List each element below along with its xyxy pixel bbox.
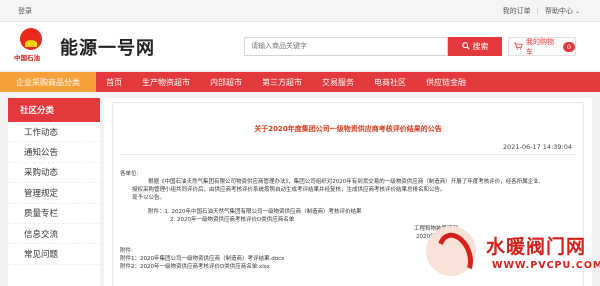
cart-button[interactable]: 我的购物车 0 [508, 37, 576, 56]
nav-item-third-party-supermarket[interactable]: 第三方超市 [252, 72, 312, 92]
nav-item-trading-services[interactable]: 交易服务 [312, 72, 364, 92]
logo-text: 中国石油 [14, 54, 40, 62]
cart-icon [514, 42, 523, 52]
attachment-line: 2. 2020年一级物资供应商考核评价D类供应商名单 [170, 217, 295, 223]
divider [120, 154, 576, 155]
main-nav: 企业采购商品分类 首页 生产物资超市 内部超市 第三方超市 交易服务 电商社区 … [0, 72, 600, 92]
login-link[interactable]: 登录 [18, 6, 32, 16]
nav-item-home[interactable]: 首页 [96, 72, 132, 92]
site-title: 能源一号网 [60, 38, 155, 59]
paragraph-line: 现予以公告。 [132, 195, 166, 201]
sidebar-item-procurement-updates[interactable]: 采购动态 [8, 163, 100, 184]
nav-item-internal-supermarket[interactable]: 内部超市 [200, 72, 252, 92]
search-icon [461, 41, 470, 52]
my-orders-link[interactable]: 我的订单 [503, 6, 531, 16]
paragraph-line: 根据《中国石油天然气集团有限公司物资供应商管理办法》，集团公司组织对2020年有… [148, 179, 541, 185]
sidebar-item-quality[interactable]: 质量专栏 [8, 204, 100, 224]
article-title: 关于2020年度集团公司一级物资供应商考核评价结果的公告 [254, 125, 442, 133]
top-links: 我的订单 | 帮助中心 ⌄ [503, 6, 580, 16]
paragraph-line: 授权采购管理小组共同评价后，由供应商考核评价系统按照自动生成考评结果并经复核，生… [132, 187, 446, 193]
attachment-file-link[interactable]: 附件1：2020年集团公司一级物资供应商（制造商）考评结果.docx [120, 256, 284, 263]
search-button-label: 搜索 [472, 42, 489, 51]
search-button[interactable]: 搜索 [448, 37, 502, 56]
nav-item-ecommerce-community[interactable]: 电商社区 [364, 72, 416, 92]
sidebar-item-notices[interactable]: 通知公告 [8, 142, 100, 163]
chevron-down-icon[interactable]: ⌄ [575, 8, 580, 15]
petrochina-logo-icon [20, 28, 42, 50]
header: 中国石油 能源一号网 搜索 我的购物车 0 [0, 22, 600, 70]
attachment-line: 附件：1. 2020年中国石油天然气集团有限公司一级物资供应商（制造商）考核评价… [148, 209, 362, 215]
category-menu[interactable]: 企业采购商品分类 [0, 72, 96, 92]
watermark-brand: 水暖阀门网 [486, 236, 587, 258]
sidebar-item-work-updates[interactable]: 工作动态 [8, 122, 100, 143]
sidebar-item-regulations[interactable]: 管理规定 [8, 183, 100, 204]
petrochina-logo[interactable]: 中国石油 [14, 28, 48, 64]
nav-item-supply-chain-finance[interactable]: 供应链金融 [416, 72, 476, 92]
cart-label: 我的购物车 [526, 37, 554, 56]
sidebar-item-info-exchange[interactable]: 信息交流 [8, 224, 100, 245]
cart-count-badge: 0 [562, 41, 575, 52]
attachment-file-link[interactable]: 附件2：2020年一级物资供应商考核评价D类供应商名单.xlsx [120, 264, 270, 271]
search-input[interactable] [244, 37, 448, 56]
sidebar: 社区分类 工作动态 通知公告 采购动态 管理规定 质量专栏 信息交流 常见问题 [8, 98, 100, 286]
sidebar-title: 社区分类 [8, 98, 100, 122]
help-center-link[interactable]: 帮助中心 [545, 6, 573, 16]
watermark: 水暖阀门网 WWW.PVCPU.COM [426, 216, 600, 286]
watermark-url: WWW.PVCPU.COM [492, 260, 600, 271]
separator: | [536, 7, 539, 15]
sidebar-item-faq[interactable]: 常见问题 [8, 244, 100, 265]
attachments-label: 附件: [120, 248, 133, 254]
publish-time: 2021-06-17 14:39:04 [502, 143, 572, 151]
watermark-logo-icon [426, 226, 476, 276]
salutation: 各单位: [120, 171, 139, 177]
top-bar: 登录 我的订单 | 帮助中心 ⌄ [0, 0, 600, 22]
nav-item-production-supermarket[interactable]: 生产物资超市 [132, 72, 200, 92]
